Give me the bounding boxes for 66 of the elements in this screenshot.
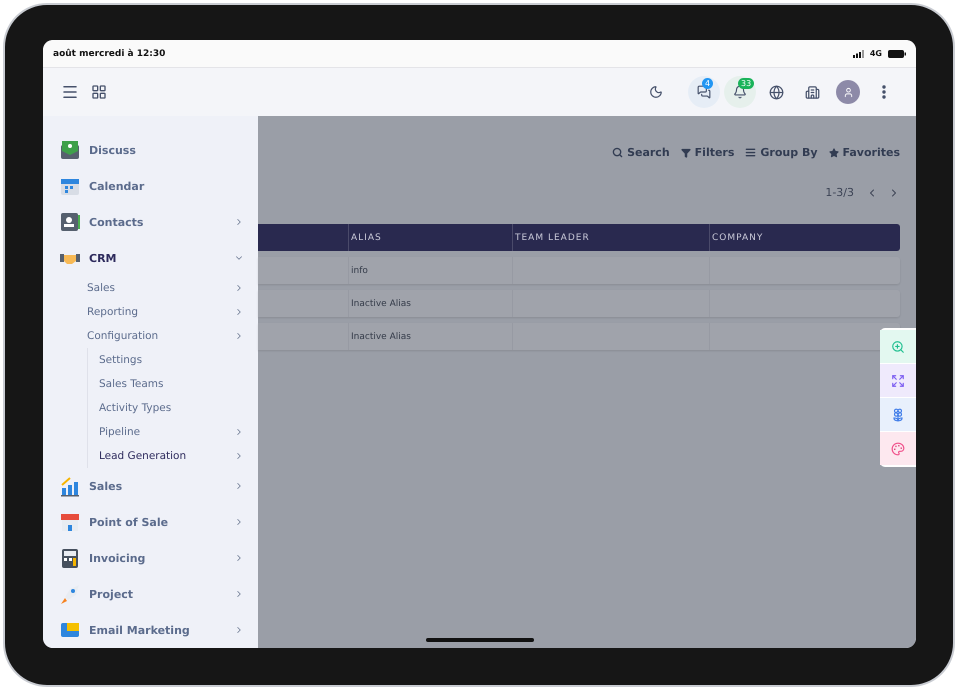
search-action[interactable]: Group By — [745, 146, 818, 159]
search-action[interactable]: Favorites — [828, 146, 900, 159]
kebab-icon — [882, 85, 886, 99]
sidebar-subitem[interactable]: Activity Types — [88, 396, 258, 420]
sidebar-subitem[interactable]: Sales Teams — [88, 372, 258, 396]
sidebar-subitem[interactable]: Settings — [88, 348, 258, 372]
table-row[interactable]: Inactive Alias — [258, 290, 900, 317]
table-row[interactable]: Inactive Alias — [258, 323, 900, 350]
search-action[interactable]: Filters — [680, 146, 734, 159]
sidebar-item[interactable]: Project — [43, 576, 258, 612]
sidebar-item[interactable]: Invoicing — [43, 540, 258, 576]
tool-button[interactable] — [880, 398, 916, 431]
chat-count: 4 — [702, 78, 714, 89]
table-cell: info — [351, 266, 368, 276]
palette-icon — [891, 442, 905, 456]
column-header[interactable]: COMPANY — [712, 232, 764, 242]
sidebar-item[interactable]: CRM — [43, 240, 258, 276]
sidebar-item[interactable]: Email Marketing — [43, 612, 258, 648]
settings-icon — [891, 408, 905, 422]
sidebar-item[interactable]: Discuss — [43, 132, 258, 168]
battery-icon — [888, 50, 906, 58]
sidebar-item[interactable]: Calendar — [43, 168, 258, 204]
app-icon — [59, 475, 81, 497]
moon-icon — [649, 85, 663, 99]
expand-icon — [891, 374, 905, 388]
tool-button[interactable] — [880, 330, 916, 363]
apps-grid-icon[interactable] — [91, 84, 107, 100]
sidebar-subitem[interactable]: Pipeline — [88, 420, 258, 444]
sidebar-item[interactable]: Point of Sale — [43, 504, 258, 540]
app-icon — [59, 139, 81, 161]
app-icon — [59, 511, 81, 533]
sidebar-subitem[interactable]: Sales — [87, 276, 258, 300]
network-label: 4G — [870, 49, 882, 58]
building-icon — [804, 84, 820, 100]
app-icon — [59, 211, 81, 233]
menu-icon[interactable] — [61, 83, 79, 101]
sidebar-subitem[interactable]: Reporting — [87, 300, 258, 324]
table-cell: Inactive Alias — [351, 298, 411, 308]
notifications-button[interactable]: 33 — [724, 76, 756, 108]
chat-icon — [697, 85, 711, 99]
tool-button[interactable] — [880, 432, 916, 465]
signal-icon — [852, 50, 864, 58]
sidebar-subitem[interactable]: Lead Generation — [88, 444, 258, 468]
zoom-in-icon — [891, 340, 905, 354]
notification-count: 33 — [738, 78, 754, 89]
star-icon — [828, 148, 839, 158]
tool-button[interactable] — [880, 364, 916, 397]
status-datetime: août mercredi à 12:30 — [53, 48, 166, 58]
app-icon — [59, 583, 81, 605]
sidebar-subitem[interactable]: Configuration — [87, 324, 258, 348]
search-icon — [612, 147, 624, 158]
sidebar-item[interactable]: Sales — [43, 468, 258, 504]
filter-icon — [680, 148, 691, 158]
avatar — [836, 80, 860, 104]
table-row[interactable]: info — [258, 257, 900, 284]
sidebar-item[interactable]: Contacts — [43, 204, 258, 240]
list-icon — [745, 147, 756, 158]
app-icon — [59, 547, 81, 569]
column-header[interactable]: TEAM LEADER — [515, 232, 590, 242]
bell-icon — [733, 85, 747, 99]
column-header[interactable]: ALIAS — [351, 232, 382, 242]
messages-button[interactable]: 4 — [688, 76, 720, 108]
table-cell: Inactive Alias — [351, 332, 411, 342]
search-action[interactable]: Search — [612, 146, 670, 159]
globe-icon — [768, 84, 784, 100]
pager-range: 1-3/3 — [825, 186, 854, 199]
